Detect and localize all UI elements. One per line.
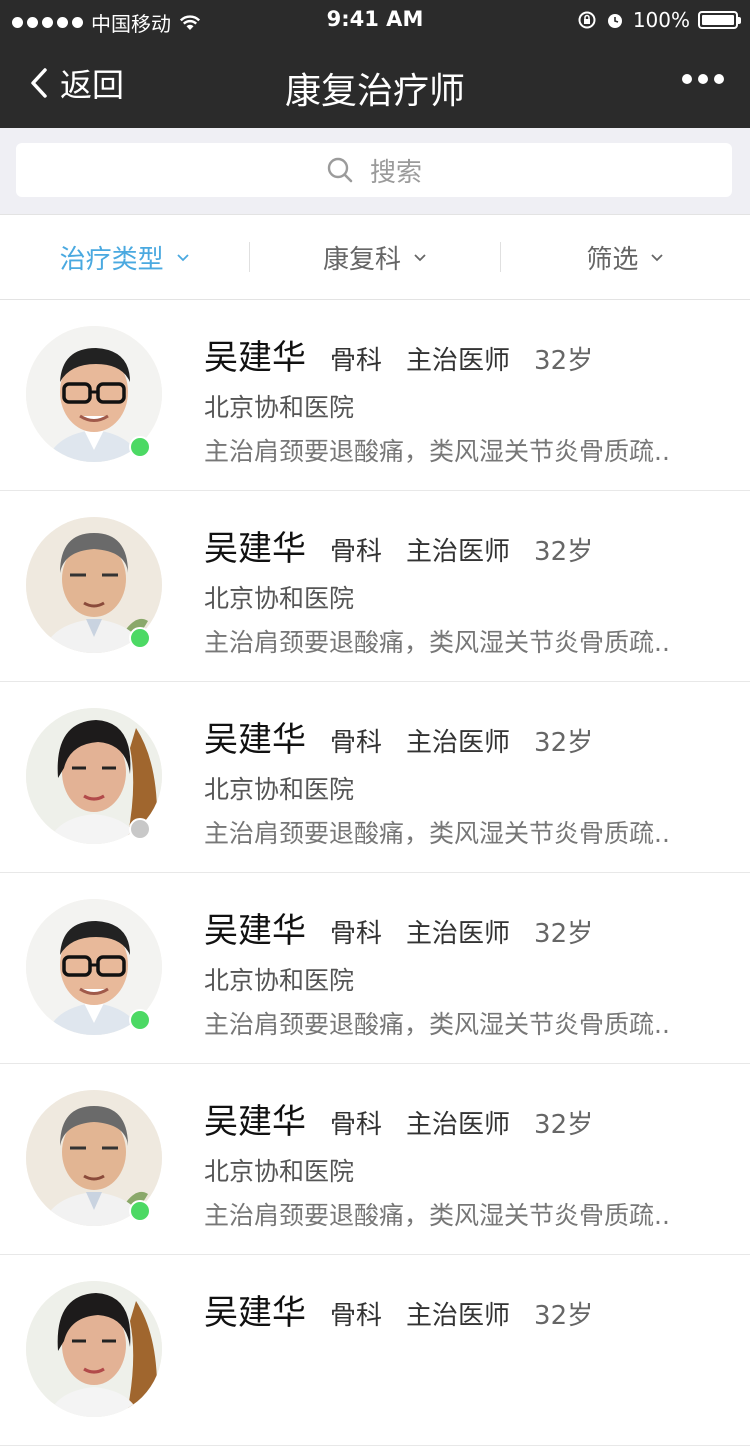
doctor-description: 主治肩颈要退酸痛，类风湿关节炎骨质疏.. — [204, 1010, 670, 1039]
filter-department[interactable]: 康复科 — [250, 215, 499, 299]
doctor-header: 吴建华 骨科 主治医师 32岁 — [204, 903, 593, 952]
status-bar: 中国移动 9:41 AM 100% — [0, 0, 750, 40]
search-icon — [327, 157, 353, 183]
alarm-icon — [607, 14, 622, 28]
more-button[interactable] — [682, 74, 724, 84]
doctor-header: 吴建华 骨科 主治医师 32岁 — [204, 1285, 593, 1334]
top-bar: 中国移动 9:41 AM 100% 返回 康复治疗师 — [0, 0, 750, 128]
online-status-dot — [129, 1200, 151, 1222]
filter-bar: 治疗类型 康复科 筛选 — [0, 214, 750, 300]
doctor-department: 骨科 — [330, 537, 383, 567]
battery-percent: 100% — [632, 8, 690, 32]
doctor-list-item[interactable]: 吴建华 骨科 主治医师 32岁北京协和医院主治肩颈要退酸痛，类风湿关节炎骨质疏.. — [0, 491, 750, 682]
doctor-title: 主治医师 — [406, 728, 511, 758]
doctor-header: 吴建华 骨科 主治医师 32岁 — [204, 330, 593, 379]
battery-fill — [702, 15, 734, 25]
doctor-age: 32岁 — [534, 1301, 594, 1331]
doctor-description: 主治肩颈要退酸痛，类风湿关节炎骨质疏.. — [204, 437, 670, 466]
doctor-hospital: 北京协和医院 — [204, 966, 355, 995]
doctor-department: 骨科 — [330, 1110, 383, 1140]
doctor-description: 主治肩颈要退酸痛，类风湿关节炎骨质疏.. — [204, 628, 670, 657]
doctor-title: 主治医师 — [406, 346, 511, 376]
online-status-dot — [129, 1009, 151, 1031]
doctor-department: 骨科 — [330, 346, 383, 376]
chevron-down-icon — [177, 253, 189, 261]
doctor-age: 32岁 — [534, 346, 594, 376]
doctor-hospital: 北京协和医院 — [204, 775, 355, 804]
battery-icon — [698, 11, 741, 29]
doctor-header: 吴建华 骨科 主治医师 32岁 — [204, 521, 593, 570]
doctor-list: 吴建华 骨科 主治医师 32岁 北京协和医院 主治肩颈要退酸痛，类风湿关节炎骨质疏.. 吴建… — [0, 300, 750, 1446]
doctor-header: 吴建华 骨科 主治医师 32岁 — [204, 1094, 593, 1143]
doctor-list-item[interactable]: 吴建华 骨科 主治医师 32岁 — [0, 1255, 750, 1446]
doctor-hospital: 北京协和医院 — [204, 1157, 355, 1186]
doctor-hospital: 北京协和医院 — [204, 584, 355, 613]
chevron-down-icon — [651, 253, 663, 261]
doctor-name: 吴建华 — [204, 720, 306, 760]
chevron-down-icon — [414, 253, 426, 261]
doctor-name: 吴建华 — [204, 1293, 306, 1333]
filter-treatment-type[interactable]: 治疗类型 — [0, 215, 249, 299]
online-status-dot — [129, 436, 151, 458]
doctor-age: 32岁 — [534, 919, 594, 949]
page-title: 康复治疗师 — [284, 71, 465, 112]
filter-label: 治疗类型 — [59, 244, 164, 275]
doctor-hospital: 北京协和医院 — [204, 393, 355, 422]
navigation-bar: 返回 康复治疗师 — [0, 40, 750, 128]
doctor-header: 吴建华 骨科 主治医师 32岁 — [204, 712, 593, 761]
search-bar: 搜索 — [0, 128, 750, 214]
doctor-department: 骨科 — [330, 1301, 383, 1331]
doctor-list-item[interactable]: 吴建华 骨科 主治医师 32岁北京协和医院主治肩颈要退酸痛，类风湿关节炎骨质疏.. — [0, 1064, 750, 1255]
doctor-name: 吴建华 — [204, 529, 306, 569]
doctor-list-item[interactable]: 吴建华 骨科 主治医师 32岁北京协和医院主治肩颈要退酸痛，类风湿关节炎骨质疏.. — [0, 682, 750, 873]
doctor-title: 主治医师 — [406, 1301, 511, 1331]
doctor-name: 吴建华 — [204, 1102, 306, 1142]
doctor-list-item[interactable]: 吴建华 骨科 主治医师 32岁北京协和医院主治肩颈要退酸痛，类风湿关节炎骨质疏.. — [0, 873, 750, 1064]
doctor-description: 主治肩颈要退酸痛，类风湿关节炎骨质疏.. — [204, 819, 670, 848]
rotation-lock-icon — [578, 11, 596, 29]
doctor-title: 主治医师 — [406, 537, 511, 567]
doctor-description: 主治肩颈要退酸痛，类风湿关节炎骨质疏.. — [204, 1201, 670, 1230]
filter-more[interactable]: 筛选 — [501, 215, 750, 299]
filter-label: 筛选 — [586, 244, 639, 275]
doctor-title: 主治医师 — [406, 919, 511, 949]
online-status-dot — [129, 627, 151, 649]
doctor-age: 32岁 — [534, 1110, 594, 1140]
doctor-department: 骨科 — [330, 728, 383, 758]
doctor-name: 吴建华 — [204, 338, 306, 378]
online-status-dot — [129, 818, 151, 840]
doctor-list-item[interactable]: 吴建华 骨科 主治医师 32岁北京协和医院主治肩颈要退酸痛，类风湿关节炎骨质疏.. — [0, 300, 750, 491]
doctor-department: 骨科 — [330, 919, 383, 949]
doctor-name: 吴建华 — [204, 911, 306, 951]
avatar — [26, 1281, 162, 1417]
search-placeholder: 搜索 — [369, 157, 422, 188]
search-input[interactable]: 搜索 — [16, 143, 732, 197]
doctor-age: 32岁 — [534, 728, 594, 758]
doctor-age: 32岁 — [534, 537, 594, 567]
filter-label: 康复科 — [322, 244, 401, 275]
doctor-title: 主治医师 — [406, 1110, 511, 1140]
